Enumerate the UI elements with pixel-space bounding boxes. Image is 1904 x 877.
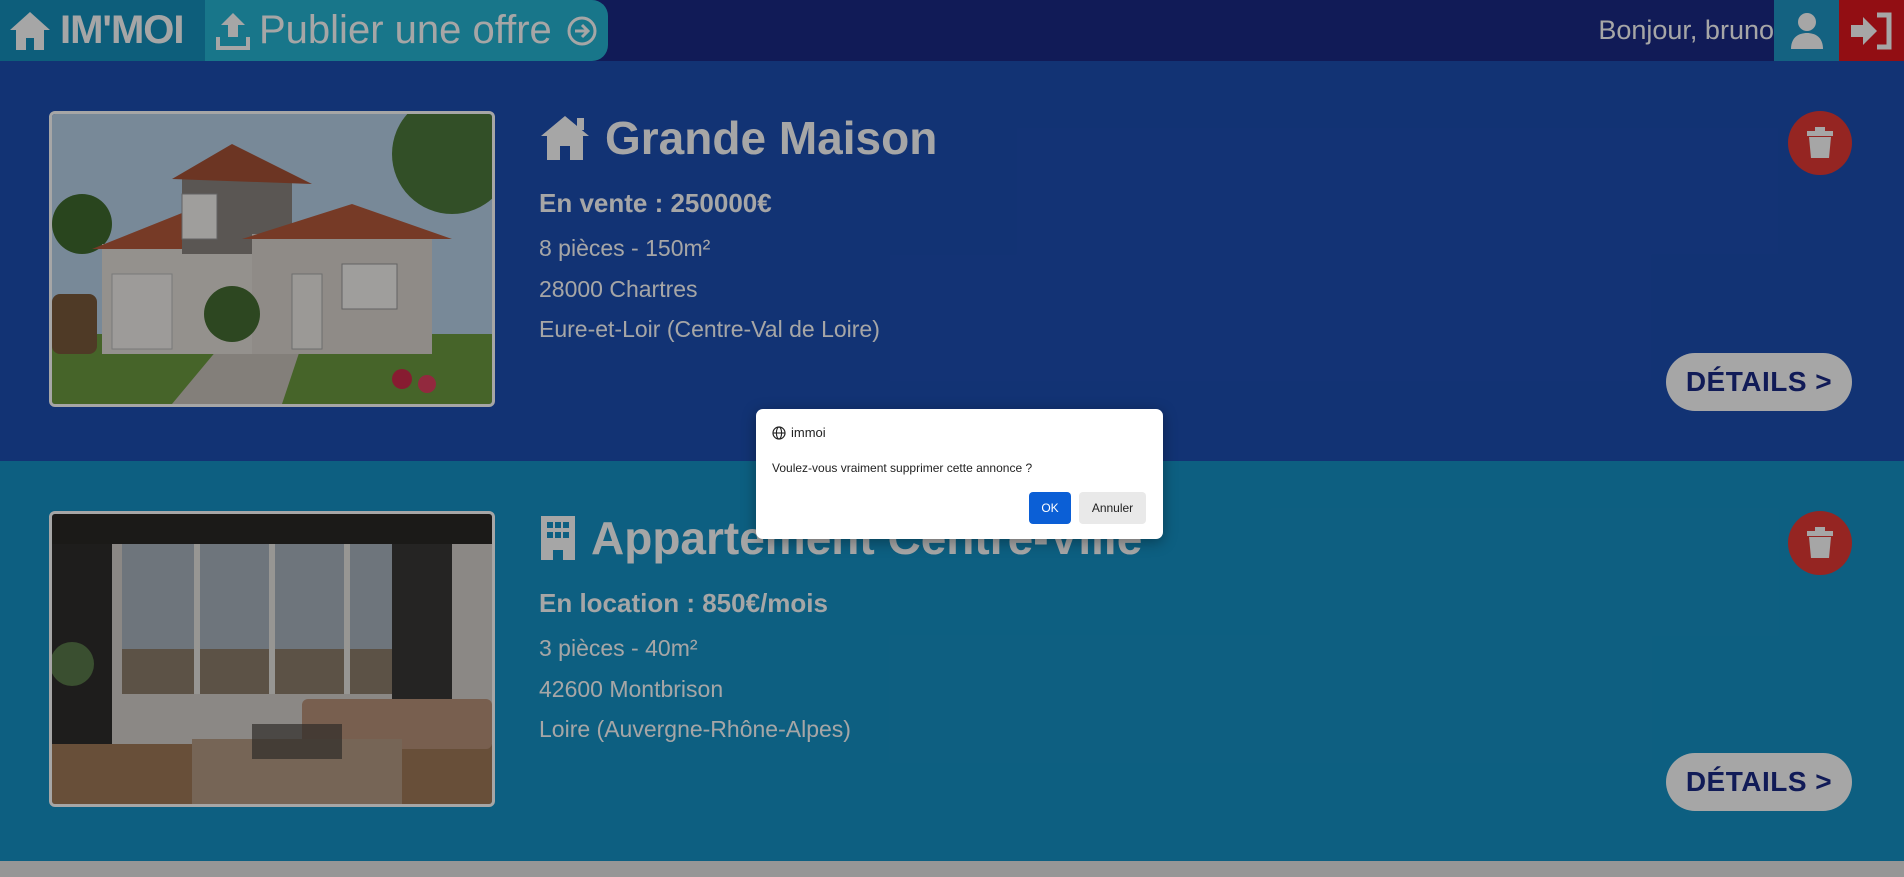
dialog-header: immoi xyxy=(772,425,826,440)
cancel-button[interactable]: Annuler xyxy=(1079,492,1146,524)
dialog-message: Voulez-vous vraiment supprimer cette ann… xyxy=(772,461,1033,475)
globe-icon xyxy=(772,425,786,440)
dialog-site-name: immoi xyxy=(791,425,826,440)
confirm-dialog: immoi Voulez-vous vraiment supprimer cet… xyxy=(756,409,1163,539)
ok-button[interactable]: OK xyxy=(1029,492,1071,524)
